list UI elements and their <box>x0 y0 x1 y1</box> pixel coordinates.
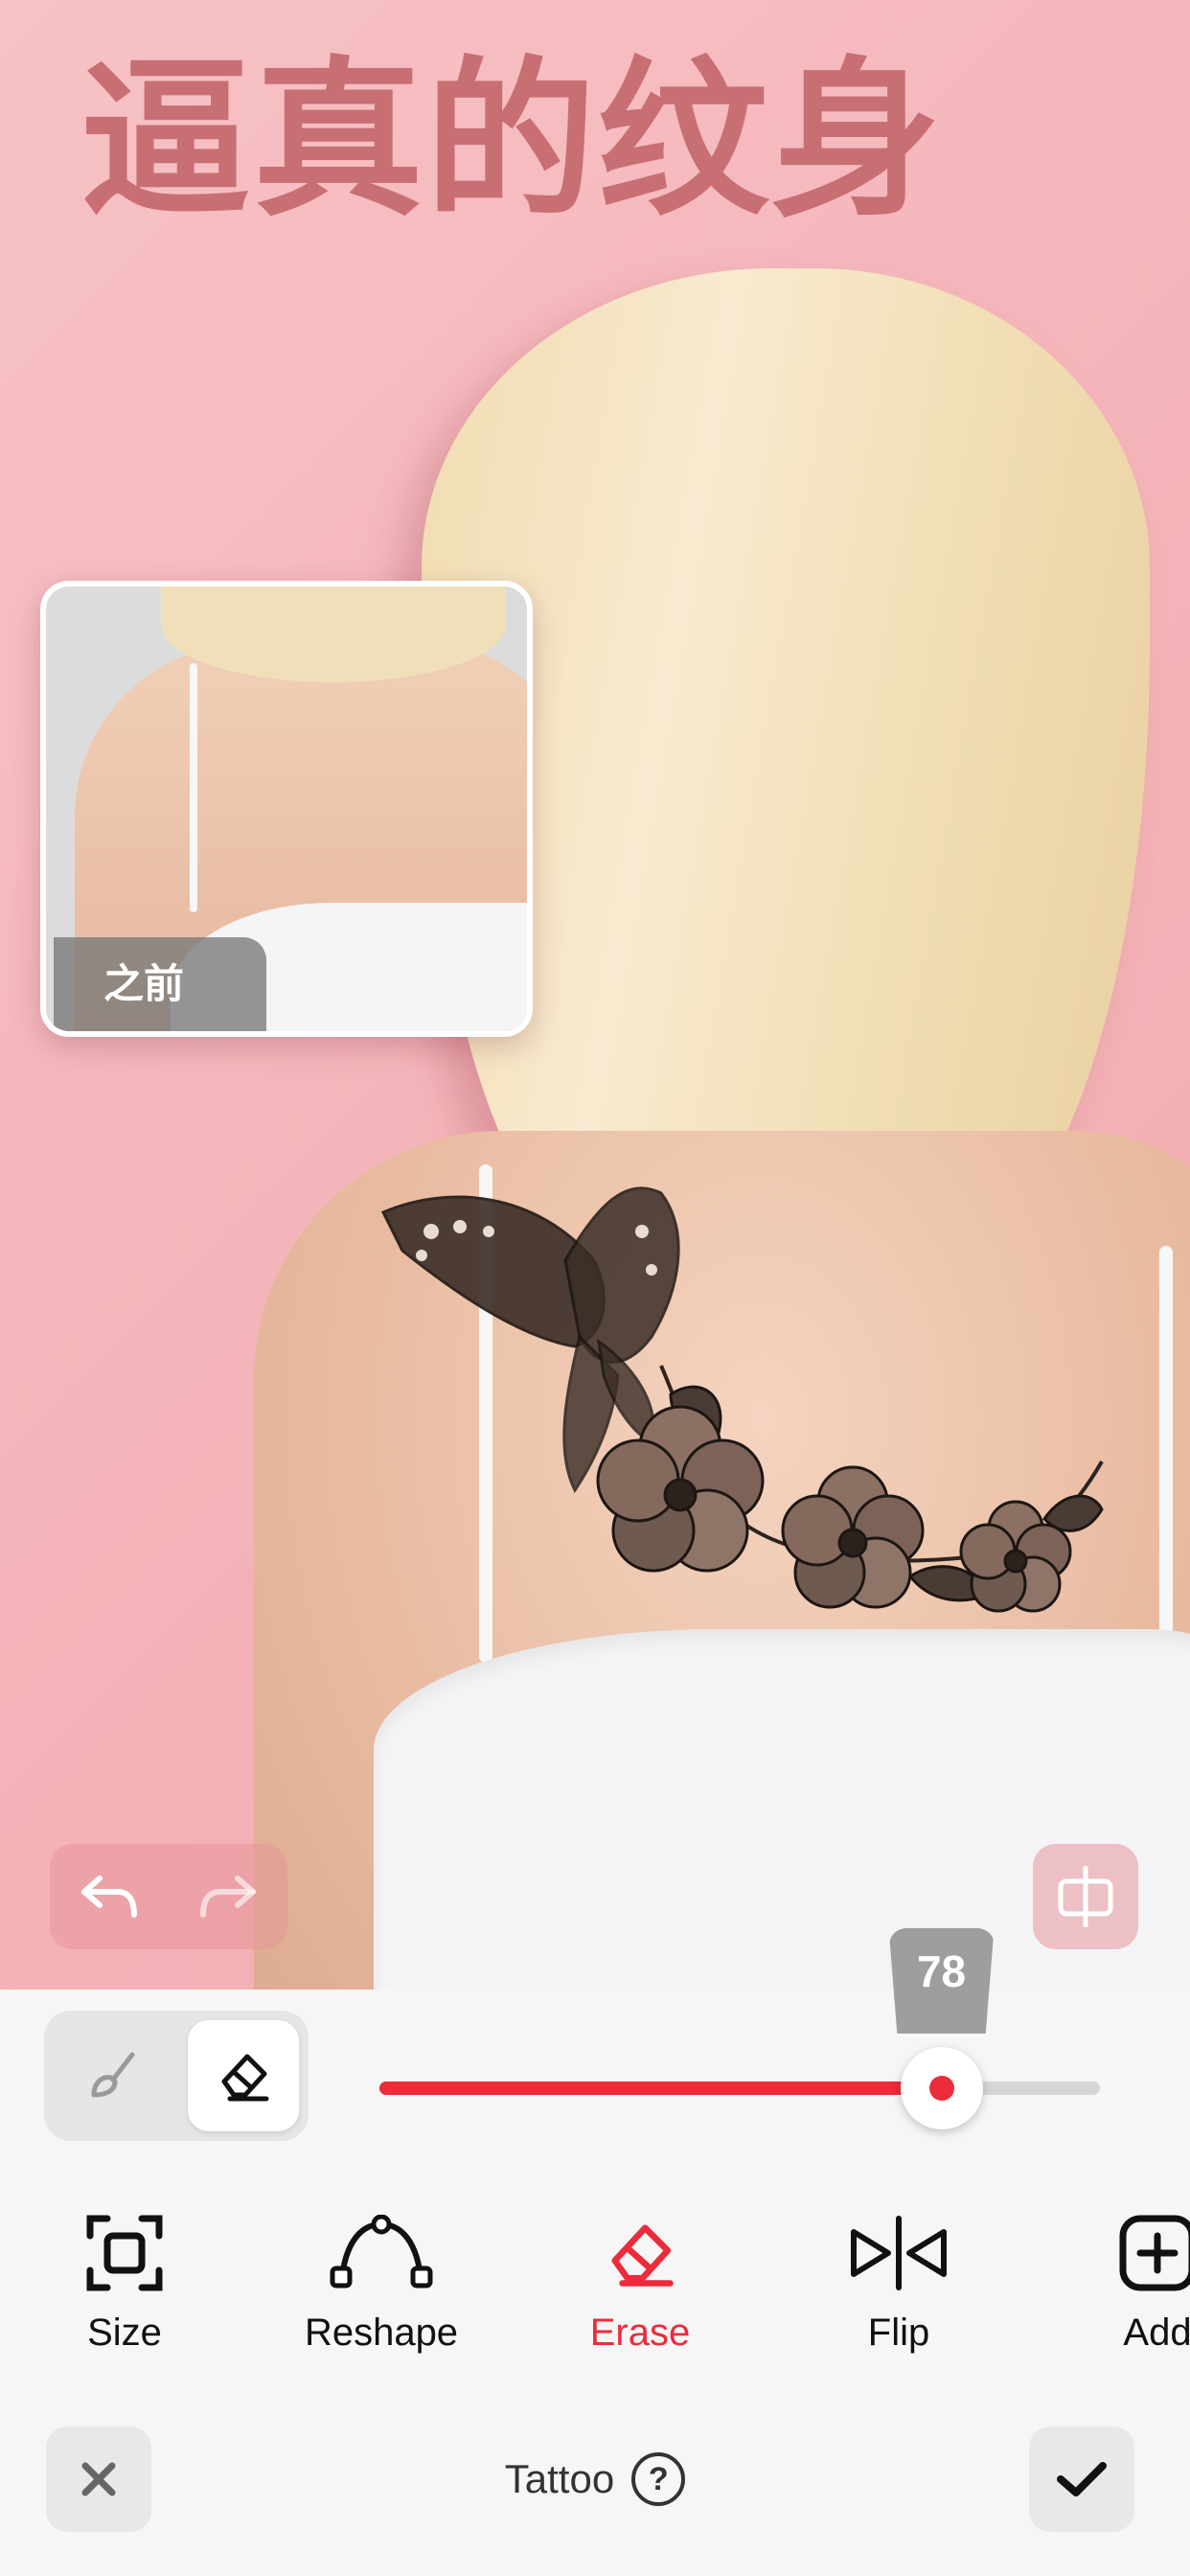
hero-title: 逼真的纹身 <box>80 41 943 240</box>
footer-title-group: Tattoo ? <box>0 2446 1190 2513</box>
eraser-icon <box>611 2224 674 2287</box>
tattoo-artwork[interactable] <box>374 1174 1121 1711</box>
tool-erase[interactable]: Erase <box>525 2200 755 2355</box>
compare-icon <box>1058 1866 1113 1927</box>
eraser-mode-button[interactable] <box>188 2020 299 2131</box>
tool-size[interactable]: Size <box>10 2200 240 2355</box>
tank-strap <box>1159 1246 1173 1648</box>
tool-label: Flip <box>867 2312 930 2354</box>
tool-label: Erase <box>589 2312 691 2354</box>
footer-title: Tattoo <box>504 2456 615 2501</box>
photo-canvas[interactable]: 逼真的纹身 之前 <box>0 0 1190 1991</box>
redo-icon <box>200 1875 256 1918</box>
undo-icon <box>81 1875 137 1918</box>
flip-icon <box>851 2216 947 2290</box>
undo-redo-group <box>50 1844 287 1949</box>
slider-value-bubble: 78 <box>888 1928 995 2034</box>
help-icon[interactable]: ? <box>631 2452 686 2506</box>
tool-add[interactable]: Add <box>1042 2200 1190 2355</box>
brush-mode-button[interactable] <box>57 2020 169 2131</box>
eraser-icon <box>221 2054 269 2102</box>
before-thumbnail[interactable]: 之前 <box>40 581 533 1037</box>
brush-size-slider[interactable]: 78 <box>379 1928 1100 2129</box>
tool-flip[interactable]: Flip <box>784 2200 1014 2355</box>
redo-button[interactable] <box>169 1844 287 1949</box>
undo-button[interactable] <box>50 1844 169 1949</box>
brush-mode-toggle <box>44 2011 309 2141</box>
slider-fill <box>379 2082 942 2095</box>
brush-icon <box>91 2052 135 2098</box>
size-icon <box>86 2215 163 2291</box>
tool-bar: Size Reshape Erase Flip Add <box>0 2200 1190 2392</box>
tool-reshape[interactable]: Reshape <box>266 2200 496 2355</box>
compare-button[interactable] <box>1033 1844 1138 1949</box>
slider-thumb[interactable] <box>900 2047 983 2129</box>
tool-label: Reshape <box>304 2312 459 2354</box>
add-icon <box>1119 2215 1190 2291</box>
slider-thumb-dot <box>928 2076 954 2101</box>
checkmark-icon <box>1057 2462 1107 2496</box>
reshape-icon <box>330 2215 433 2288</box>
tool-label: Add <box>1123 2312 1190 2354</box>
thumbnail-strap <box>190 663 197 912</box>
tool-label: Size <box>87 2312 162 2354</box>
before-label: 之前 <box>54 937 266 1031</box>
confirm-button[interactable] <box>1029 2426 1134 2532</box>
